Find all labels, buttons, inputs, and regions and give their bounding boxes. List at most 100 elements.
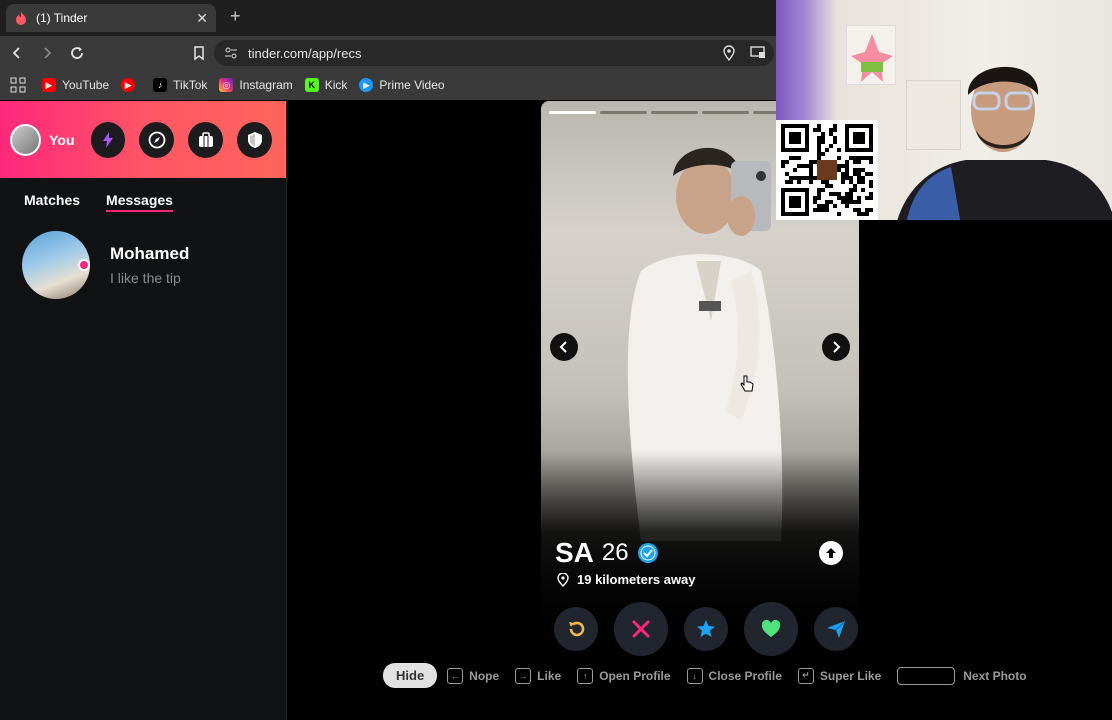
bookmark-youtube-2[interactable]: ▶	[121, 78, 141, 92]
send-icon	[827, 620, 846, 638]
shield-icon	[247, 131, 262, 148]
profile-age: 26	[601, 539, 629, 566]
tinder-flame-icon	[16, 12, 26, 25]
enter-key-icon: ↵	[797, 667, 814, 684]
previous-photo-button[interactable]	[550, 333, 578, 361]
arrow-down-key-icon: ↓	[686, 667, 703, 684]
heart-icon	[761, 619, 781, 637]
chevron-left-icon	[559, 341, 567, 353]
safety-button[interactable]	[237, 121, 273, 158]
shortcut-label: Like	[537, 668, 562, 683]
youtube-icon: ▶	[121, 78, 136, 92]
kick-icon: K	[304, 78, 319, 92]
avatar[interactable]	[10, 123, 42, 156]
shortcut-super-like: ↵ Super Like	[797, 667, 882, 684]
photo-progress-bar	[651, 111, 698, 114]
forward-button[interactable]	[34, 40, 60, 66]
lightning-icon	[102, 131, 113, 148]
shortcut-label: Super Like	[819, 668, 882, 683]
rewind-icon	[569, 621, 585, 637]
arrow-up-key-icon: ↑	[577, 667, 594, 684]
sidebar-header: You	[0, 101, 286, 178]
briefcase-icon	[198, 131, 213, 147]
bookmark-youtube[interactable]: ▶ YouTube	[42, 78, 109, 92]
site-settings-icon[interactable]	[224, 46, 238, 60]
nope-button[interactable]	[614, 602, 668, 656]
bookmark-label: Prime Video	[379, 78, 445, 92]
new-tab-icon[interactable]: +	[230, 6, 241, 27]
bookmark-icon	[194, 46, 204, 61]
browser-tab-title: (1) Tinder	[36, 11, 88, 25]
wall-poster	[846, 25, 896, 85]
bookmark-button[interactable]	[186, 40, 212, 66]
spacebar-key-icon	[897, 666, 956, 685]
conversation-name: Mohamed	[110, 244, 190, 263]
profile-link[interactable]: You	[49, 132, 74, 148]
hide-shortcuts-button[interactable]: Hide	[383, 663, 438, 688]
shortcut-label: Close Profile	[708, 668, 782, 683]
compass-icon	[148, 131, 166, 148]
rewind-button[interactable]	[554, 607, 598, 651]
shortcut-close-profile: ↓ Close Profile	[686, 667, 782, 684]
sidebar: You Matches Messages Mohamed I like the …	[0, 101, 287, 720]
bookmark-kick[interactable]: K Kick	[304, 78, 348, 92]
location-icon[interactable]	[722, 45, 736, 61]
url-text: tinder.com/app/recs	[248, 45, 362, 61]
bookmark-instagram[interactable]: ◎ Instagram	[219, 78, 293, 92]
distance-text: 19 kilometers away	[577, 572, 696, 587]
browser-tab[interactable]: (1) Tinder ✕	[6, 4, 216, 32]
shortcut-open-profile: ↑ Open Profile	[577, 667, 671, 684]
sidebar-tabs: Matches Messages	[0, 178, 286, 212]
back-button[interactable]	[4, 40, 30, 66]
close-icon	[632, 620, 650, 638]
browser-tab-bar: (1) Tinder ✕ +	[0, 0, 776, 36]
browser-toolbar: tinder.com/app/recs	[0, 36, 776, 70]
bookmark-label: YouTube	[62, 78, 110, 92]
bookmark-label: Kick	[324, 78, 348, 92]
shortcut-label: Next Photo	[963, 668, 1027, 683]
shortcut-label: Open Profile	[599, 668, 671, 683]
bookmark-label: TikTok	[173, 78, 208, 92]
tab-messages[interactable]: Messages	[106, 192, 173, 212]
reload-button[interactable]	[64, 40, 90, 66]
super-like-button[interactable]	[684, 607, 728, 651]
action-buttons	[554, 602, 858, 656]
unread-dot	[78, 259, 90, 271]
bookmark-prime-video[interactable]: ▶ Prime Video	[359, 78, 445, 92]
youtube-icon: ▶	[42, 78, 56, 92]
arrow-up-icon	[826, 548, 836, 558]
photo-progress-bar	[702, 111, 749, 114]
photo-progress-bar	[549, 111, 596, 114]
boost-send-button[interactable]	[814, 607, 858, 651]
location-pin-icon	[557, 572, 569, 587]
arrow-right-key-icon: →	[515, 667, 532, 684]
next-photo-button[interactable]	[822, 333, 850, 361]
shortcut-next-photo: Next Photo	[897, 666, 1027, 685]
verified-badge-icon	[637, 543, 658, 563]
bookmark-tiktok[interactable]: ♪ TikTok	[153, 78, 207, 92]
shortcut-like: → Like	[515, 667, 562, 684]
profile-name-row: SA 26	[555, 537, 659, 569]
bookmarks-bar: ▶ YouTube ▶ ♪ TikTok ◎ Instagram K Kick …	[0, 70, 776, 100]
shortcut-nope: ← Nope	[447, 667, 499, 684]
streamer-webcam	[897, 66, 1112, 220]
tiktok-icon: ♪	[153, 78, 168, 92]
boost-button[interactable]	[90, 121, 126, 158]
explore-button[interactable]	[139, 121, 175, 158]
keyboard-shortcuts: Hide ← Nope → Like ↑ Open Profile ↓ Clos…	[383, 663, 1043, 688]
reload-icon	[71, 47, 83, 59]
open-profile-button[interactable]	[819, 541, 843, 565]
close-tab-icon[interactable]: ✕	[196, 10, 208, 27]
instagram-icon: ◎	[219, 78, 234, 92]
conversation-preview: I like the tip	[110, 270, 181, 286]
tab-matches[interactable]: Matches	[24, 192, 80, 212]
star-icon	[697, 620, 715, 637]
like-button[interactable]	[744, 602, 798, 656]
arrow-left-icon	[12, 47, 20, 59]
conversation-item[interactable]: Mohamed I like the tip	[22, 231, 189, 299]
cast-icon[interactable]	[750, 45, 766, 59]
arrow-left-key-icon: ←	[447, 667, 464, 684]
apps-grid-icon[interactable]	[10, 77, 26, 93]
address-bar[interactable]: tinder.com/app/recs	[214, 40, 774, 66]
work-mode-button[interactable]	[188, 121, 224, 158]
